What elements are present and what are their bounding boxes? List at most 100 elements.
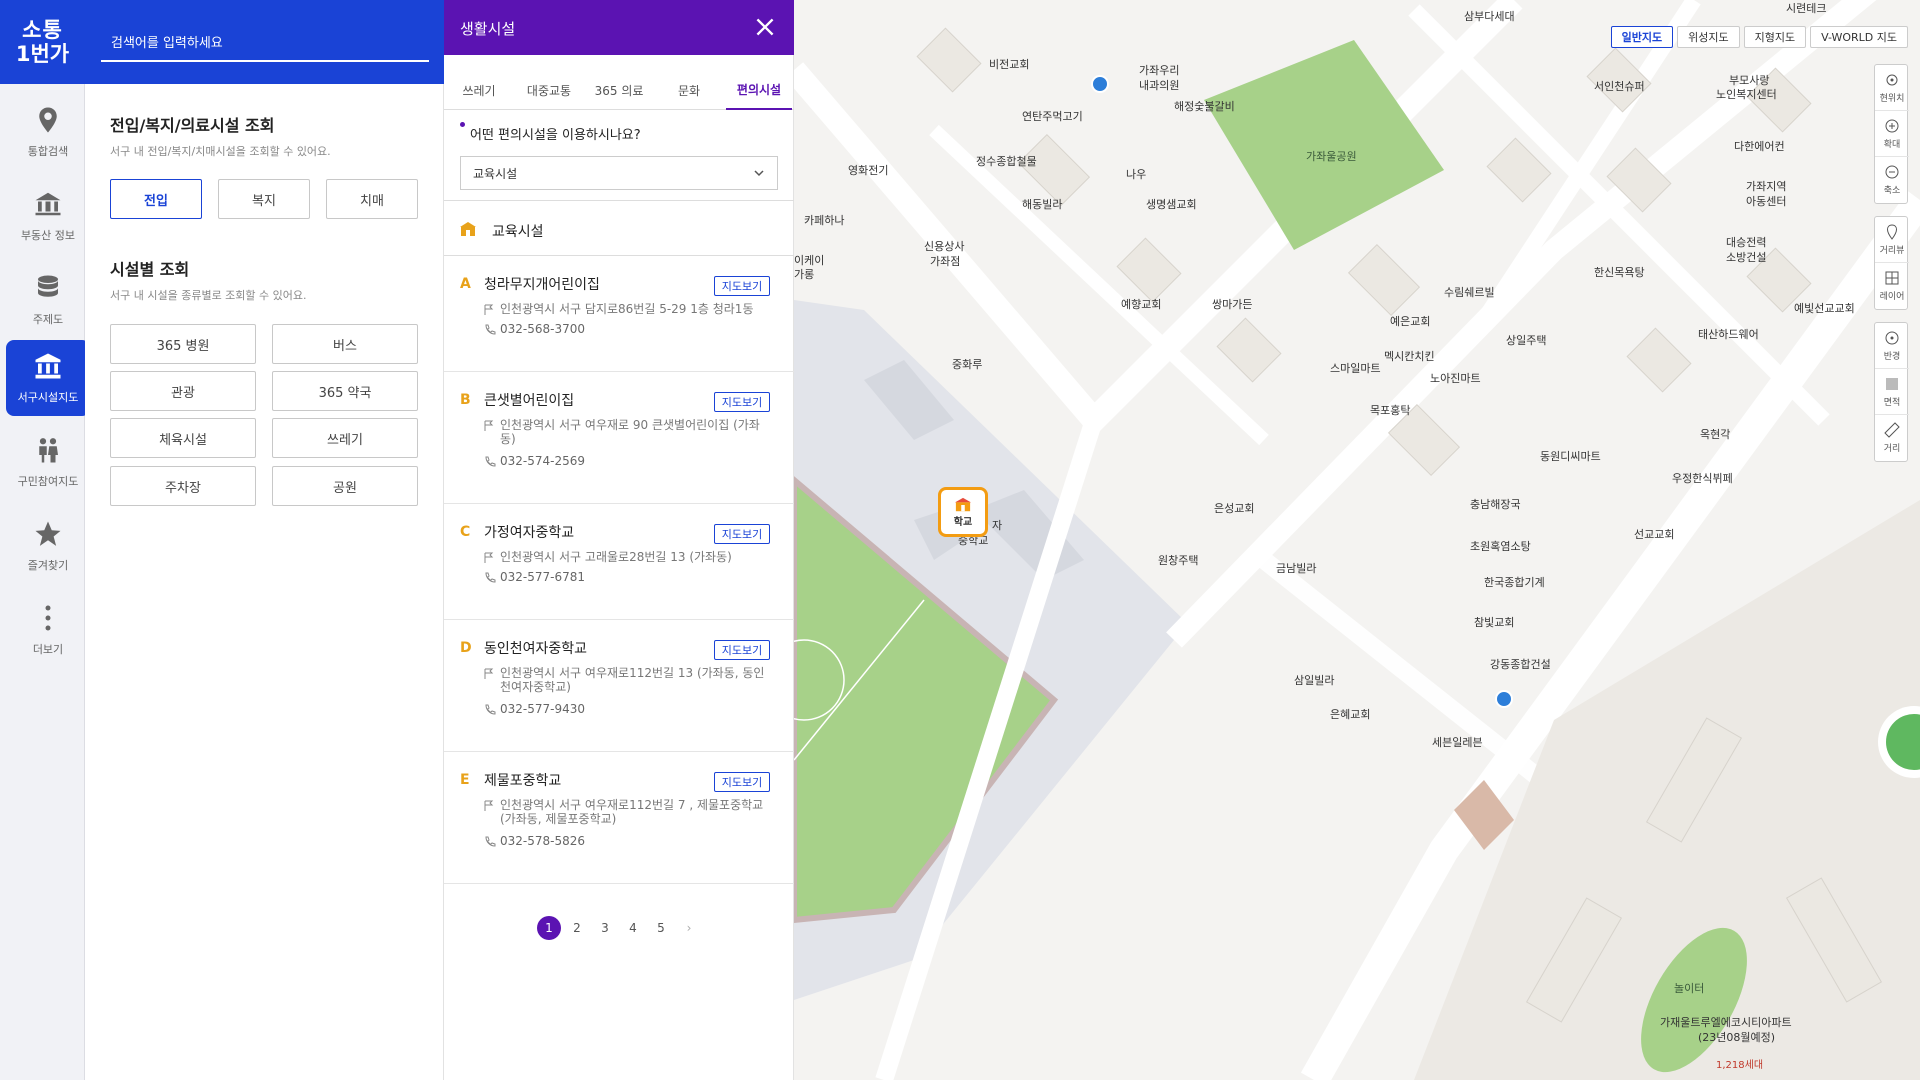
list-item[interactable]: B 큰샛별어린이집 지도보기 인천광역시 서구 여우재로 90 큰샛별어린이집 … <box>444 372 794 504</box>
map-place-label: 한신목욕탕 <box>1594 266 1645 279</box>
map-place-label: 서인천슈퍼 <box>1594 80 1645 93</box>
bus-button[interactable]: 버스 <box>272 324 418 364</box>
select-value: 교육시설 <box>473 166 518 181</box>
map-place-label: 삼일빌라 <box>1294 674 1335 687</box>
star-icon <box>35 521 61 546</box>
list-item[interactable]: D 동인천여자중학교 지도보기 인천광역시 서구 여우재로112번길 13 (가… <box>444 620 794 752</box>
page-1[interactable]: 1 <box>537 916 561 940</box>
park-button[interactable]: 공원 <box>272 466 418 506</box>
move-in-button[interactable]: 전입 <box>110 179 202 219</box>
map-type-satellite[interactable]: 위성지도 <box>1677 26 1740 48</box>
zoom-in-button[interactable]: 확대 <box>1875 111 1909 157</box>
map-place-label: 은성교회 <box>1214 502 1255 515</box>
map-place-label: 삼부다세대 <box>1464 10 1515 23</box>
tab-transit[interactable]: 대중교통 <box>514 70 584 110</box>
flag-icon <box>484 552 494 563</box>
map-place-label: 아동센터 <box>1746 195 1787 208</box>
rail-item-real-estate[interactable]: 부동산 정보 <box>6 178 90 254</box>
item-name: 가정여자중학교 <box>484 525 575 541</box>
rail-item-favorites[interactable]: 즐겨찾기 <box>6 508 90 584</box>
map-type-vworld[interactable]: V-WORLD 지도 <box>1810 26 1908 48</box>
rail-item-facility-map[interactable]: 서구시설지도 <box>6 340 90 416</box>
map-place-label: 영화전기 <box>848 164 889 177</box>
garbage-button[interactable]: 쓰레기 <box>272 418 418 458</box>
view-on-map-button[interactable]: 지도보기 <box>714 276 770 296</box>
tab-medical-365[interactable]: 365 의료 <box>584 70 654 110</box>
item-name: 큰샛별어린이집 <box>484 393 575 409</box>
bus-stop-icon[interactable] <box>1091 75 1109 93</box>
item-phone: 032-577-6781 <box>500 570 586 584</box>
view-on-map-button[interactable]: 지도보기 <box>714 640 770 660</box>
view-on-map-button[interactable]: 지도보기 <box>714 392 770 412</box>
view-on-map-button[interactable]: 지도보기 <box>714 524 770 544</box>
panel-header: 생활시설 <box>444 0 794 55</box>
tab-convenience[interactable]: 편의시설 <box>726 70 792 110</box>
map-place-label: 동원디씨마트 <box>1540 450 1601 463</box>
page-2[interactable]: 2 <box>565 916 589 940</box>
search-input[interactable] <box>101 26 429 62</box>
rail-label: 서구시설지도 <box>17 391 79 404</box>
current-location-button[interactable]: 현위치 <box>1875 65 1909 111</box>
map-view[interactable]: 삼부다세대 시련테크 비전교회 가좌우리 내과의원 해정숯불갈비 가좌울공원 서… <box>794 0 1920 1080</box>
dementia-button[interactable]: 치매 <box>326 179 418 219</box>
tool-label: 거리뷰 <box>1879 245 1905 256</box>
list-item[interactable]: A 청라무지개어린이집 지도보기 인천광역시 서구 담지로86번길 5-29 1… <box>444 256 794 372</box>
app-logo[interactable]: 소통 1번가 <box>0 0 85 84</box>
tab-culture[interactable]: 문화 <box>654 70 724 110</box>
school-map-marker[interactable]: 학교 <box>938 487 988 537</box>
tool-label: 반경 <box>1883 351 1901 362</box>
map-place-label: 자 <box>992 519 1003 532</box>
map-type-normal[interactable]: 일반지도 <box>1610 26 1674 48</box>
map-place-label: 노인복지센터 <box>1716 88 1777 101</box>
pharmacy-365-button[interactable]: 365 약국 <box>272 371 418 411</box>
view-on-map-button[interactable]: 지도보기 <box>714 772 770 792</box>
tourism-button[interactable]: 관광 <box>110 371 256 411</box>
map-type-terrain[interactable]: 지형지도 <box>1743 26 1807 48</box>
section-desc-facility: 서구 내 시설을 종류별로 조회할 수 있어요. <box>110 289 307 302</box>
item-letter: D <box>460 640 472 656</box>
radius-icon <box>1885 331 1899 344</box>
rail-item-integrated-search[interactable]: 통합검색 <box>6 94 90 170</box>
more-vertical-icon <box>45 605 51 631</box>
map-place-label: 카페하나 <box>804 214 845 227</box>
item-phone: 032-577-9430 <box>500 702 586 716</box>
tool-label: 축소 <box>1883 186 1901 196</box>
parking-button[interactable]: 주차장 <box>110 466 256 506</box>
area-button[interactable]: 면적 <box>1875 369 1909 415</box>
distance-button[interactable]: 거리 <box>1875 415 1909 461</box>
institution-icon <box>35 353 61 379</box>
map-place-label: 대승전력 <box>1726 236 1767 249</box>
page-3[interactable]: 3 <box>593 916 617 940</box>
item-letter: C <box>460 524 471 540</box>
rail-label: 구민참여지도 <box>17 475 79 488</box>
item-letter: E <box>460 772 470 788</box>
list-item[interactable]: C 가정여자중학교 지도보기 인천광역시 서구 고래울로28번길 13 (가좌동… <box>444 504 794 620</box>
page-5[interactable]: 5 <box>649 916 673 940</box>
rail-label: 주제도 <box>32 313 64 326</box>
section-desc-welfare: 서구 내 전입/복지/치매시설을 조회할 수 있어요. <box>110 145 331 158</box>
bus-stop-icon[interactable] <box>1495 690 1513 708</box>
map-type-switcher: 일반지도 위성지도 지형지도 V-WORLD 지도 <box>1610 26 1908 48</box>
item-address: 인천광역시 서구 여우재로112번길 7 , 제물포중학교 (가좌동, 제물포중… <box>500 798 764 826</box>
rail-item-citizen-map[interactable]: 구민참여지도 <box>6 424 90 500</box>
facility-type-select[interactable]: 교육시설 <box>460 156 778 190</box>
minus-icon <box>1885 165 1899 179</box>
rail-item-theme-map[interactable]: 주제도 <box>6 262 90 338</box>
welfare-button[interactable]: 복지 <box>218 179 310 219</box>
tab-garbage[interactable]: 쓰레기 <box>444 70 514 110</box>
map-place-label: 예빛선교교회 <box>1794 302 1855 315</box>
hospital-365-button[interactable]: 365 병원 <box>110 324 256 364</box>
map-place-label: 상일주택 <box>1506 334 1547 347</box>
next-page-button[interactable]: › <box>677 916 701 940</box>
map-place-label: 세븐일레븐 <box>1432 736 1483 749</box>
layer-button[interactable]: 레이어 <box>1875 263 1909 309</box>
radius-button[interactable]: 반경 <box>1875 323 1909 369</box>
zoom-out-button[interactable]: 축소 <box>1875 157 1909 203</box>
close-icon[interactable] <box>752 14 778 40</box>
street-view-button[interactable]: 거리뷰 <box>1875 217 1909 263</box>
sports-facility-button[interactable]: 체육시설 <box>110 418 256 458</box>
rail-label: 더보기 <box>32 643 64 656</box>
page-4[interactable]: 4 <box>621 916 645 940</box>
rail-item-more[interactable]: 더보기 <box>6 592 90 668</box>
list-item[interactable]: E 제물포중학교 지도보기 인천광역시 서구 여우재로112번길 7 , 제물포… <box>444 752 794 884</box>
